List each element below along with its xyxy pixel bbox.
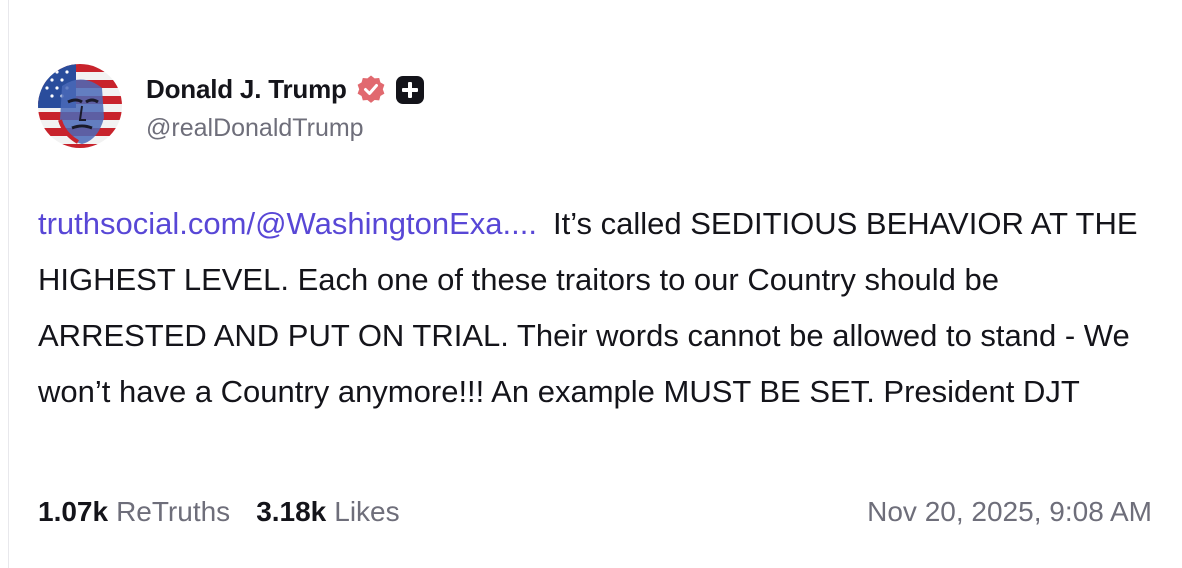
verified-icon xyxy=(357,75,385,103)
post-link[interactable]: truthsocial.com/@WashingtonExa.... xyxy=(38,206,537,241)
truth-post-card: Donald J. Trump @realDonaldTrump truthso… xyxy=(0,0,1182,568)
name-row: Donald J. Trump xyxy=(146,70,425,110)
author-handle[interactable]: @realDonaldTrump xyxy=(146,114,425,143)
likes-count: 3.18k xyxy=(256,496,327,527)
author-display-name[interactable]: Donald J. Trump xyxy=(146,74,347,105)
thread-divider xyxy=(8,0,9,568)
retruths-stat[interactable]: 1.07k ReTruths xyxy=(38,496,230,528)
retruths-label: ReTruths xyxy=(116,496,231,527)
likes-label: Likes xyxy=(334,496,400,527)
post-timestamp[interactable]: Nov 20, 2025, 9:08 AM xyxy=(867,496,1152,528)
author-identity: Donald J. Trump @realDonaldTrump xyxy=(146,70,425,143)
retruths-count: 1.07k xyxy=(38,496,109,527)
post-content: truthsocial.com/@WashingtonExa.... It’s c… xyxy=(38,196,1153,420)
likes-stat[interactable]: 3.18k Likes xyxy=(256,496,399,528)
plus-square-icon xyxy=(395,75,424,104)
post-stats: 1.07k ReTruths 3.18k Likes xyxy=(38,496,426,528)
avatar[interactable] xyxy=(38,64,122,148)
post-header: Donald J. Trump @realDonaldTrump xyxy=(38,64,425,148)
avatar-image xyxy=(38,64,122,148)
